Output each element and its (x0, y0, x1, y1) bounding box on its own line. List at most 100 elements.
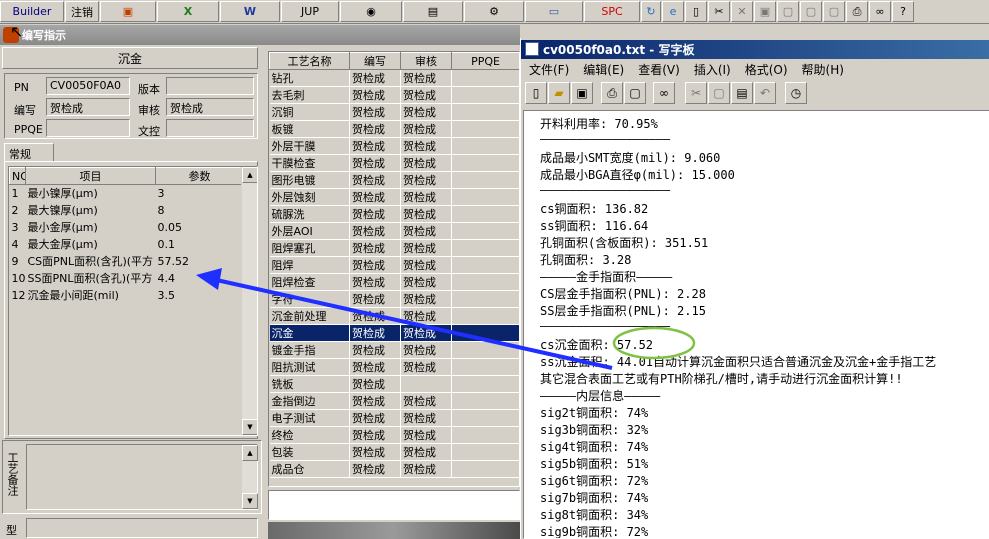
menu-file[interactable]: 文件(F) (529, 61, 569, 78)
scroll-up-icon[interactable]: ▲ (242, 445, 258, 461)
table-row[interactable]: 1 最小镍厚(μm) 3 (10, 185, 244, 202)
page-icon[interactable]: ▢ (800, 1, 822, 22)
cut-icon[interactable]: ✂ (708, 1, 730, 22)
insert-datetime-icon[interactable]: ◷ (785, 82, 807, 104)
network-icon[interactable]: ⚙ (464, 1, 524, 22)
type-field[interactable] (26, 518, 258, 538)
refresh-icon[interactable]: ↻ (641, 1, 661, 22)
process-row[interactable]: 外层蚀刻 贺检成 贺检成 (269, 188, 519, 206)
scroll-down-icon[interactable]: ▼ (242, 493, 258, 509)
version-field[interactable] (166, 77, 254, 95)
open-icon[interactable]: ▰ (548, 82, 570, 104)
process-detail-box[interactable] (268, 490, 520, 520)
param-scrollbar[interactable]: ▲ ▼ (241, 167, 257, 435)
database-icon[interactable]: ▤ (403, 1, 463, 22)
ppqe-field[interactable] (46, 119, 130, 137)
menu-insert[interactable]: 插入(I) (694, 61, 731, 78)
process-row[interactable]: 图形电镀 贺检成 贺检成 (269, 171, 519, 189)
col-header-ppqe[interactable]: PPQE (451, 52, 519, 70)
row-value[interactable]: 0.05 (156, 219, 244, 236)
process-row[interactable]: 铣板 贺检成 (269, 375, 519, 393)
menu-edit[interactable]: 编辑(E) (583, 61, 624, 78)
author-field[interactable]: 贺检成 (46, 98, 130, 116)
undo-icon[interactable]: ↶ (754, 82, 776, 104)
process-row[interactable]: 沉金 贺检成 贺检成 (269, 324, 519, 342)
process-row[interactable]: 镀金手指 贺检成 贺检成 (269, 341, 519, 359)
new-icon[interactable]: ▯ (525, 82, 547, 104)
process-row[interactable]: 包装 贺检成 贺检成 (269, 443, 519, 461)
process-row[interactable]: 板镀 贺检成 贺检成 (269, 120, 519, 138)
help-icon[interactable]: ? (892, 1, 914, 22)
col-header-process[interactable]: 工艺名称 (269, 52, 350, 70)
row-value[interactable]: 0.1 (156, 236, 244, 253)
eye-icon[interactable]: ◉ (340, 1, 402, 22)
wenkong-field[interactable] (166, 119, 254, 137)
word-icon[interactable]: W (220, 1, 280, 22)
process-row[interactable]: 阻焊塞孔 贺检成 贺检成 (269, 239, 519, 257)
table-row[interactable]: 12 沉金最小间距(mil) 3.5 (10, 287, 244, 304)
process-row[interactable]: 去毛刺 贺检成 贺检成 (269, 86, 519, 104)
process-row[interactable]: 干膜检查 贺检成 贺检成 (269, 154, 519, 172)
row-value[interactable]: 57.52 (156, 253, 244, 270)
col-header-item[interactable]: 项目 (25, 167, 156, 185)
copy-icon[interactable]: ▢ (823, 1, 845, 22)
note-scrollbar[interactable]: ▲ ▼ (241, 445, 258, 509)
process-row[interactable]: 字符 贺检成 贺检成 (269, 290, 519, 308)
row-value[interactable]: 3 (156, 185, 244, 202)
computer-icon[interactable]: ▭ (525, 1, 583, 22)
process-row[interactable]: 成品仓 贺检成 贺检成 (269, 460, 519, 478)
jup-button[interactable]: JUP (281, 1, 339, 22)
note-textarea[interactable]: ▲ ▼ (26, 444, 258, 510)
builder-button[interactable]: Builder (0, 1, 64, 22)
review-field[interactable]: 贺检成 (166, 98, 254, 116)
copy-icon[interactable]: ▢ (708, 82, 730, 104)
row-value[interactable]: 8 (156, 202, 244, 219)
col-header-no[interactable]: NO (9, 167, 26, 185)
col-header-author[interactable]: 编写 (349, 52, 401, 70)
row-value[interactable]: 3.5 (156, 287, 244, 304)
scroll-down-icon[interactable]: ▼ (242, 419, 257, 435)
print-icon[interactable]: ⎙ (601, 82, 623, 104)
table-row[interactable]: 9 CS面PNL面积(含孔)(平方 57.52 (10, 253, 244, 270)
find-icon[interactable]: ∞ (653, 82, 675, 104)
col-header-review[interactable]: 审核 (400, 52, 452, 70)
table-row[interactable]: 4 最大金厚(μm) 0.1 (10, 236, 244, 253)
logout-button[interactable]: 注销 (65, 1, 99, 22)
table-row[interactable]: 10 SS面PNL面积(含孔)(平方 4.4 (10, 270, 244, 287)
pn-field[interactable]: CV0050F0A0 (46, 77, 130, 95)
process-row[interactable]: 沉铜 贺检成 贺检成 (269, 103, 519, 121)
process-row[interactable]: 阻抗测试 贺检成 贺检成 (269, 358, 519, 376)
close-icon[interactable]: ✕ (731, 1, 753, 22)
table-row[interactable]: 2 最大镍厚(μm) 8 (10, 202, 244, 219)
process-row[interactable]: 钻孔 贺检成 贺检成 (269, 69, 519, 87)
wordpad-document[interactable]: 开料利用率: 70.95% —————————————————— 成品最小SMT宽度… (523, 110, 989, 539)
process-row[interactable]: 外层干膜 贺检成 贺检成 (269, 137, 519, 155)
tab-general[interactable]: 常规 (4, 143, 54, 161)
process-row[interactable]: 硫脲洗 贺检成 贺检成 (269, 205, 519, 223)
table-row[interactable]: 3 最小金厚(μm) 0.05 (10, 219, 244, 236)
printer-icon[interactable]: ⎙ (846, 1, 868, 22)
print-preview-icon[interactable]: ▢ (777, 1, 799, 22)
process-row[interactable]: 阻焊检查 贺检成 贺检成 (269, 273, 519, 291)
process-row[interactable]: 电子测试 贺检成 贺检成 (269, 409, 519, 427)
ie-icon[interactable]: e (662, 1, 684, 22)
process-row[interactable]: 外层AOI 贺检成 贺检成 (269, 222, 519, 240)
col-header-value[interactable]: 参数 (155, 167, 244, 185)
report-icon[interactable]: ▣ (100, 1, 156, 22)
spc-button[interactable]: SPC (584, 1, 640, 22)
dialog-titlebar[interactable]: 编写指示 (0, 25, 520, 45)
save-icon[interactable]: ▣ (571, 82, 593, 104)
binoculars-icon[interactable]: ∞ (869, 1, 891, 22)
scroll-up-icon[interactable]: ▲ (242, 167, 257, 183)
process-row[interactable]: 阻焊 贺检成 贺检成 (269, 256, 519, 274)
process-row[interactable]: 终检 贺检成 贺检成 (269, 426, 519, 444)
new-doc-icon[interactable]: ▯ (685, 1, 707, 22)
wordpad-titlebar[interactable]: cv0050f0a0.txt - 写字板 (521, 40, 989, 59)
save-icon[interactable]: ▣ (754, 1, 776, 22)
paste-icon[interactable]: ▤ (731, 82, 753, 104)
excel-icon[interactable]: X (157, 1, 219, 22)
menu-help[interactable]: 帮助(H) (802, 61, 844, 78)
process-row[interactable]: 沉金前处理 贺检成 贺检成 (269, 307, 519, 325)
process-row[interactable]: 金指倒边 贺检成 贺检成 (269, 392, 519, 410)
print-preview-icon[interactable]: ▢ (624, 82, 646, 104)
